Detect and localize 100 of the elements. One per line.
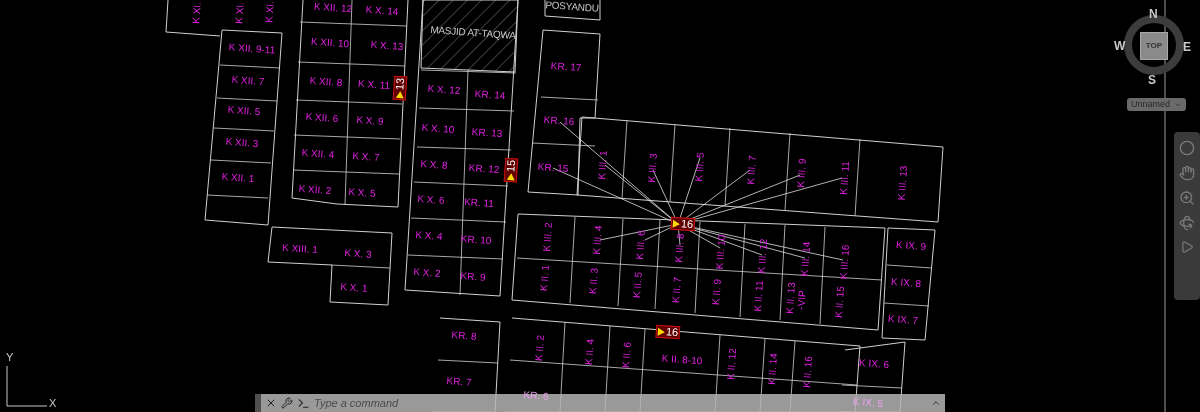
plot-label: K X. 4 [415,230,443,242]
plot-label: K III. 2 [542,222,554,252]
triangle-icon [506,172,515,181]
plot-label: KR. 11 [463,196,495,210]
ring-icon[interactable] [1179,140,1195,156]
plot-label: K IX. 6 [858,357,890,371]
plot-label: K II. 15 [833,285,847,319]
plot-label: K II. 13 [784,281,798,315]
plot-label: K III. 16 [838,244,852,280]
plot-label: K XII. 10 [310,36,350,50]
zoom-icon[interactable] [1179,190,1195,206]
plot-label: K X. 14 [365,4,399,18]
plot-label: K III. 4 [592,225,604,255]
orbit-icon[interactable] [1179,215,1195,231]
plot-label: K IX. 5 [852,396,884,410]
y-axis-label: Y [6,352,14,363]
plot-label: K II. 3 [588,267,600,295]
marker-flag[interactable]: 15 [503,157,519,183]
caret-icon[interactable] [931,398,941,408]
plot-label: K XII. 2 [298,183,332,197]
building-label: MASJID AT-TAQWA [430,25,516,41]
compass-south[interactable]: S [1148,74,1156,86]
plot-label: K XII. 5 [227,104,261,118]
plot-label: KR. 12 [468,162,500,176]
plot-label: K III. 9 [796,158,808,188]
plot-label: K III. 8 [674,233,686,263]
building-label: POSYANDU [545,0,599,14]
plot-label: K XII. 12 [313,1,353,15]
plot-label: KR. 8 [451,330,477,342]
plot-label: K III. 11 [838,160,852,196]
triangle-icon [657,327,666,336]
plot-label: K X. 13 [370,39,404,53]
marker-number: 16 [680,218,694,231]
hand-icon[interactable] [1179,165,1195,181]
plot-label: KR. 15 [537,161,569,175]
plot-label: K XII. 8 [309,75,343,89]
plot-label: KR. 10 [460,233,492,247]
play-icon[interactable] [1180,240,1194,254]
plot-label: KR. 16 [543,114,575,128]
plot-label: K II. 11 [752,280,766,312]
plot-label: K X. 11 [357,78,391,92]
plot-label: K III. 6 [635,230,647,260]
plot-label: K II. 6 [621,341,633,369]
grip-handle[interactable] [255,394,261,412]
plot-label: K XII. 9-11 [228,42,276,56]
plot-label: K II. 1 [539,264,551,292]
plot-label: KR. 13 [471,126,503,140]
marker-flag[interactable]: 13 [392,75,408,101]
plot-label: K X. 5 [348,187,376,199]
plot-label: K II. 4 [584,338,596,366]
plot-label: K II. 8-10 [661,353,703,367]
marker-number: 16 [665,326,679,339]
plot-label: K III. 10 [714,234,728,270]
plot-label: K XII. 6 [305,111,339,125]
ucs-axes-icon [5,366,47,408]
command-input[interactable]: Type a command [314,394,434,412]
plot-label: K XII. 7 [231,74,265,88]
plot-label: K XI. [264,0,276,24]
plot-label: K X. 2 [413,267,441,279]
plot-label: K X. 7 [352,151,380,163]
plot-label: K XII. 4 [301,147,335,161]
plot-label: -VIP [796,289,808,311]
wrench-icon[interactable] [281,397,293,409]
plot-label: K IX. 8 [890,276,922,290]
plot-label: K X. 1 [340,282,368,294]
plot-label: K II. 7 [671,276,683,304]
plot-label: K X. 10 [421,122,455,136]
close-icon[interactable] [265,397,277,409]
marker-number: 15 [505,159,518,173]
plot-label: K II. 12 [725,347,739,381]
plot-label: K II. 2 [534,334,546,362]
compass-east[interactable]: E [1183,41,1191,53]
compass-west[interactable]: W [1114,40,1126,52]
plot-label: K II. 14 [766,352,780,386]
plot-label: K X. 6 [417,194,445,206]
plot-label: K X. 12 [427,83,461,97]
plot-label: K XII. 3 [225,136,259,150]
plot-label: K III. 1 [597,150,609,180]
plot-label: KR. 17 [550,60,582,74]
marker-flag[interactable]: 16 [655,324,681,340]
plot-label: K X. 9 [356,115,384,127]
plot-label: K X. 3 [344,248,372,260]
x-axis-label: X [49,398,57,409]
plot-label: KR. 14 [474,88,506,102]
plot-label: K II. 9 [711,278,723,306]
terminal-icon[interactable] [297,396,310,410]
triangle-icon [395,90,404,99]
plot-label: K III. 5 [694,152,706,182]
marker-flag[interactable]: 16 [670,216,696,232]
triangle-icon [672,219,681,228]
compass-north[interactable]: N [1149,8,1158,20]
plot-label: K III. 7 [746,155,758,185]
plot-label: K X. 8 [420,159,448,171]
plot-label: K IX. 9 [895,239,927,253]
plot-label: K III. 14 [799,241,813,277]
plot-label: K III. 13 [896,165,910,201]
plot-label: K III. 3 [647,153,659,183]
plot-label: KR. 7 [446,376,472,388]
viewcube-face[interactable]: TOP [1140,32,1168,60]
plot-label: K XIII. 1 [281,242,319,256]
